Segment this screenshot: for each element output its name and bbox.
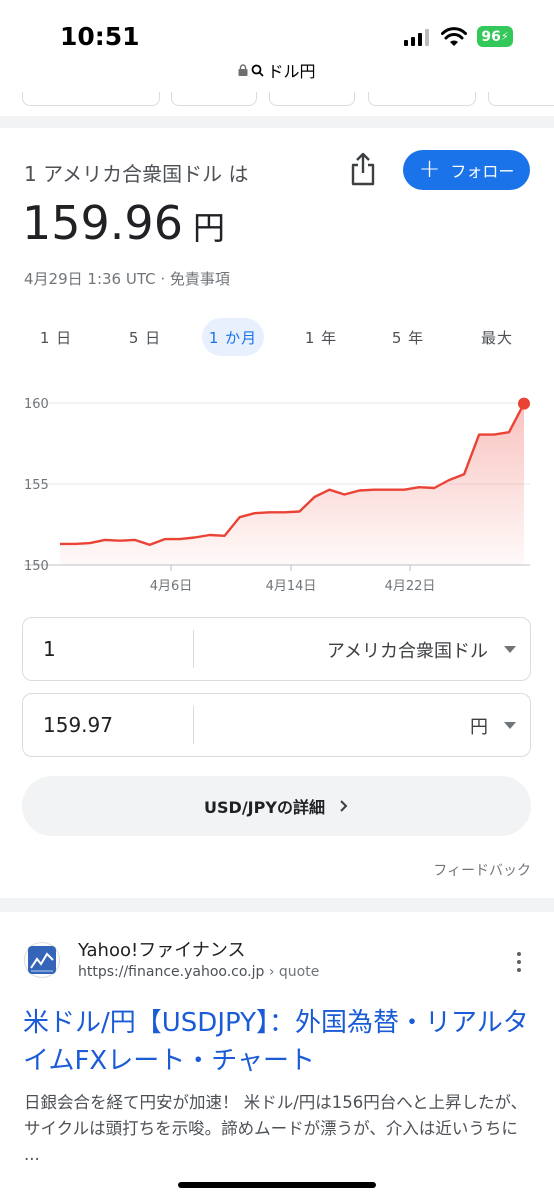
filter-chip[interactable]	[22, 92, 160, 106]
y-tick-label: 160	[24, 397, 49, 412]
chevron-right-icon	[340, 800, 348, 812]
divider	[193, 630, 194, 668]
x-tick-label: 4月22日	[385, 579, 436, 594]
exchange-rate-chart[interactable]: 160 155 150 4月6日 4月14日 4月22日	[0, 370, 554, 610]
cellular-signal-icon	[404, 28, 429, 46]
time-range-tabs: 1 日 5 日 1 か月 1 年 5 年 最大	[0, 318, 554, 358]
from-amount-input[interactable]: 1	[43, 637, 56, 661]
address-bar-text: ドル円	[267, 62, 316, 81]
to-currency-select[interactable]: 円	[470, 713, 488, 739]
site-favicon	[24, 942, 60, 978]
y-tick-label: 155	[24, 478, 49, 493]
wifi-icon	[441, 27, 467, 46]
more-options-icon[interactable]	[516, 952, 522, 972]
price-unit: 円	[192, 209, 225, 247]
x-tick-label: 4月6日	[150, 579, 193, 594]
search-icon	[252, 64, 265, 77]
url-breadcrumb: › quote	[268, 964, 320, 980]
x-tick-label: 4月14日	[266, 579, 317, 594]
range-tab-1y[interactable]: 1 年	[290, 318, 352, 356]
result-title-link[interactable]: 米ドル/円【USDJPY】：外国為替・リアルタイムFXレート・チャート	[23, 1004, 535, 1080]
converter-to-row: 159.97 円	[22, 693, 531, 757]
range-label: 5 年	[391, 328, 425, 347]
exchange-rate: 159.96 円	[22, 196, 225, 250]
battery-level: 96	[481, 28, 501, 45]
to-amount-input[interactable]: 159.97	[43, 713, 113, 737]
range-label: 1 か月	[208, 328, 258, 347]
lock-icon	[238, 64, 248, 76]
feedback-link[interactable]: フィードバック	[433, 860, 531, 880]
price-value: 159.96	[22, 196, 183, 250]
range-tab-max[interactable]: 最大	[466, 318, 528, 356]
filter-chip[interactable]	[368, 92, 476, 106]
converter-from-row: 1 アメリカ合衆国ドル	[22, 617, 531, 681]
site-url[interactable]: https://finance.yahoo.co.jp › quote	[78, 964, 319, 980]
site-name: Yahoo!ファイナンス	[78, 940, 246, 961]
range-label: 最大	[480, 328, 513, 347]
plus-icon: +	[418, 154, 441, 184]
range-tab-1m[interactable]: 1 か月	[202, 318, 264, 356]
dropdown-arrow-icon[interactable]	[504, 722, 516, 729]
range-label: 1 日	[39, 328, 73, 347]
home-indicator	[178, 1182, 376, 1188]
range-tab-5y[interactable]: 5 年	[377, 318, 439, 356]
divider	[193, 706, 194, 744]
url-text: https://finance.yahoo.co.jp	[78, 964, 265, 980]
range-label: 1 年	[304, 328, 338, 347]
range-label: 5 日	[128, 328, 162, 347]
result-snippet: 日銀会合を経て円安が加速！ 米ドル/円は156円台へと上昇したが、サイクルは頭打…	[24, 1093, 528, 1164]
address-bar[interactable]: ドル円	[0, 58, 554, 82]
chart-logo-icon	[28, 946, 56, 974]
filter-chip[interactable]	[171, 92, 257, 106]
follow-button[interactable]: + フォロー	[403, 150, 530, 190]
rate-timestamp: 4月29日 1:36 UTC · 免責事項	[24, 270, 230, 288]
filter-chip[interactable]	[488, 92, 554, 106]
from-currency-select[interactable]: アメリカ合衆国ドル	[327, 637, 488, 663]
details-button[interactable]: USD/JPYの詳細	[22, 776, 531, 836]
battery-icon: 96 ⚡	[477, 26, 513, 47]
chart-last-point	[518, 397, 530, 410]
status-bar: 10:51 96 ⚡ ドル円	[0, 0, 554, 92]
filter-chips-row	[0, 92, 554, 116]
details-label: USD/JPYの詳細	[204, 798, 325, 817]
status-time: 10:51	[60, 22, 140, 51]
conversion-title: 1 アメリカ合衆国ドル は	[24, 162, 249, 186]
y-tick-label: 150	[24, 559, 49, 574]
range-tab-5d[interactable]: 5 日	[114, 318, 176, 356]
share-icon[interactable]	[350, 152, 376, 186]
search-result: Yahoo!ファイナンス https://finance.yahoo.co.jp…	[0, 912, 554, 1200]
follow-label: フォロー	[450, 162, 515, 181]
filter-chip[interactable]	[269, 92, 355, 106]
dropdown-arrow-icon[interactable]	[504, 646, 516, 653]
range-tab-1d[interactable]: 1 日	[26, 318, 86, 356]
